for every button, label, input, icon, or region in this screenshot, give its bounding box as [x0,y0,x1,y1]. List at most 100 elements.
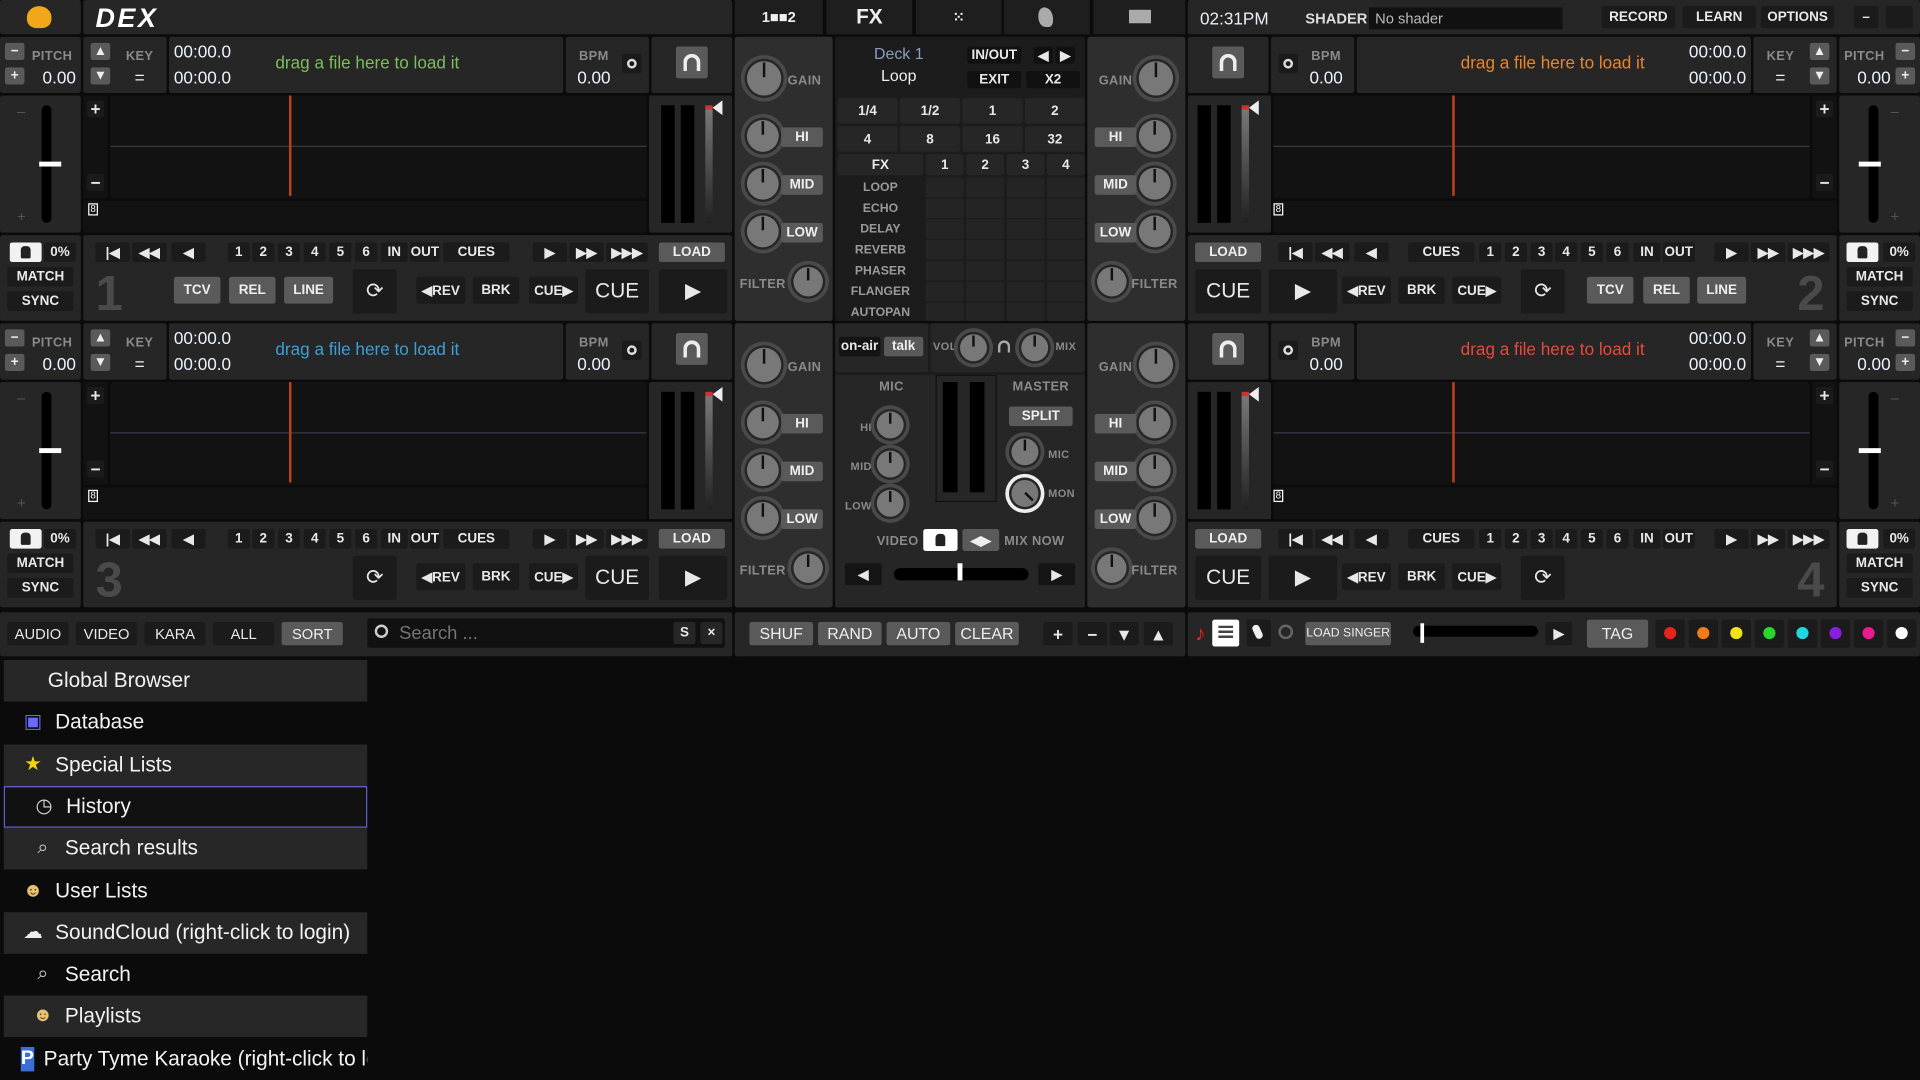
pitch-minus-button[interactable]: − [1895,329,1916,347]
shuf-button[interactable]: SHUF [749,622,814,646]
loop-out-button[interactable]: OUT [410,242,440,263]
loop-next-button[interactable]: ▶ [1055,46,1076,64]
rewind-button[interactable]: ◀◀ [1315,528,1350,549]
headphone-cue-button[interactable] [1212,46,1245,79]
mid-eq-knob[interactable] [746,454,779,487]
color-tag-1-button[interactable] [1655,619,1685,648]
line-button[interactable]: LINE [1697,276,1747,304]
cue-forward-button[interactable]: CUE▶ [1452,563,1502,591]
rand-button[interactable]: RAND [817,622,882,646]
fastest-forward-button[interactable]: ▶▶▶ [606,242,648,263]
refresh-icon[interactable] [1278,624,1294,640]
loop-size-4-button[interactable]: 4 [837,126,898,152]
pitch-range-button[interactable]: 0% [1883,528,1916,549]
loop-size-3-button[interactable]: 2 [1024,97,1085,124]
pitch-plus-button[interactable]: + [1895,353,1916,372]
low-eq-knob[interactable] [746,215,779,248]
fx-flanger-slot-4-toggle[interactable] [1046,281,1085,302]
lock-button[interactable] [1846,242,1879,263]
jump-start-button[interactable]: |◀ [1278,242,1313,263]
fx-phaser-slot-3-toggle[interactable] [1006,260,1045,281]
gain-slider[interactable] [1241,105,1249,223]
browser-item-special[interactable]: ★ Special Lists [3,743,368,786]
fastest-forward-button[interactable]: ▶▶▶ [1787,242,1830,263]
search-scope-button[interactable]: S [673,622,696,645]
color-tag-4-button[interactable] [1754,619,1785,648]
key-up-button[interactable]: ▲ [90,42,111,61]
hi-kill-button[interactable]: HI [781,127,823,147]
play-button[interactable]: ▶ [658,269,728,314]
cue-forward-button[interactable]: CUE▶ [528,563,578,591]
cues-button[interactable]: CUES [443,528,510,549]
loop-toggle-button[interactable]: ⟳ [1520,555,1565,601]
hotcue-1-button[interactable]: 1 [227,242,250,263]
close-button[interactable] [1885,6,1913,29]
headphone-cue-button[interactable] [675,333,708,365]
filter-tab-all[interactable]: ALL [213,622,275,646]
microphone-button[interactable] [1246,619,1272,647]
mid-eq-knob[interactable] [1138,454,1171,487]
pitch-range-button[interactable]: 0% [44,528,76,549]
play-button[interactable]: ▶ [1268,555,1338,601]
playlist-remove-button[interactable]: − [1077,622,1107,646]
fx-reverb-slot-4-toggle[interactable] [1046,240,1085,260]
hotcue-1-button[interactable]: 1 [1479,528,1502,549]
hotcue-1-button[interactable]: 1 [227,528,250,549]
browser-item-history[interactable]: ◷ History [3,785,368,828]
record-button[interactable]: RECORD [1601,6,1676,29]
zoom-in-button[interactable]: + [86,386,105,405]
forward-button[interactable]: ▶ [532,242,567,263]
jump-start-button[interactable]: |◀ [1278,528,1313,549]
fast-forward-button[interactable]: ▶▶ [1751,528,1786,549]
loop-in-button[interactable]: IN [380,242,408,263]
browser-item-party[interactable]: P Party Tyme Karaoke (right-click to logi… [4,1038,367,1080]
shader-select[interactable]: No shader [1368,7,1563,30]
browser-item-database[interactable]: ▣ Database [4,702,368,744]
fx-flanger-slot-3-toggle[interactable] [1006,281,1045,302]
hotcue-5-button[interactable]: 5 [1580,242,1603,263]
pitch-range-button[interactable]: 0% [1883,242,1916,263]
fx-reverb-slot-2-toggle[interactable] [966,240,1005,260]
key-up-button[interactable]: ▲ [90,329,111,347]
gain-knob[interactable] [746,61,782,96]
forward-button[interactable]: ▶ [1714,242,1749,263]
loop-size-0-button[interactable]: 1/4 [837,97,898,124]
match-button[interactable]: MATCH [7,553,74,574]
reverse-button[interactable]: ◀REV [416,563,466,591]
low-eq-knob[interactable] [746,502,779,534]
pitch-minus-button[interactable]: − [4,329,25,347]
jump-start-button[interactable]: |◀ [95,242,130,263]
hotcue-5-button[interactable]: 5 [1580,528,1603,549]
hotcue-4-button[interactable]: 4 [303,528,326,549]
sync-button[interactable]: SYNC [7,291,74,312]
low-kill-button[interactable]: LOW [781,509,823,529]
color-tag-6-button[interactable] [1820,619,1851,648]
browser-item-user[interactable]: ☻ User Lists [4,870,368,912]
hotcue-3-button[interactable]: 3 [1530,528,1553,549]
fx-autopan-slot-1-toggle[interactable] [925,302,964,321]
fx-echo-slot-3-toggle[interactable] [1006,198,1045,218]
video-lock-button[interactable] [923,528,958,552]
loop-size-7-button[interactable]: 32 [1024,126,1085,152]
fx-delay-slot-1-toggle[interactable] [925,219,964,239]
loop-out-button[interactable]: OUT [1662,242,1695,263]
load-button[interactable]: LOAD [658,242,725,263]
drop-zone-text[interactable]: drag a file here to load it [1406,53,1700,75]
hotcue-6-button[interactable]: 6 [355,242,378,263]
hotcue-2-button[interactable]: 2 [1504,242,1527,263]
filter-tab-video[interactable]: VIDEO [75,622,138,646]
hotcue-3-button[interactable]: 3 [277,528,301,549]
playlist-add-button[interactable]: + [1043,622,1073,646]
fast-forward-button[interactable]: ▶▶ [569,528,604,549]
back-button[interactable]: ◀ [1354,528,1389,549]
fx-phaser-slot-2-toggle[interactable] [966,260,1005,281]
zoom-in-button[interactable]: + [86,100,105,118]
bpm-tap-button[interactable] [1278,340,1298,361]
fx-loop-slot-4-toggle[interactable] [1046,177,1085,198]
minimize-button[interactable]: – [1853,6,1879,29]
key-down-button[interactable]: ▼ [1809,67,1830,85]
split-button[interactable]: SPLIT [1008,406,1073,427]
play-button[interactable]: ▶ [658,555,728,601]
fast-forward-button[interactable]: ▶▶ [569,242,604,263]
search-clear-button[interactable]: × [700,622,723,645]
